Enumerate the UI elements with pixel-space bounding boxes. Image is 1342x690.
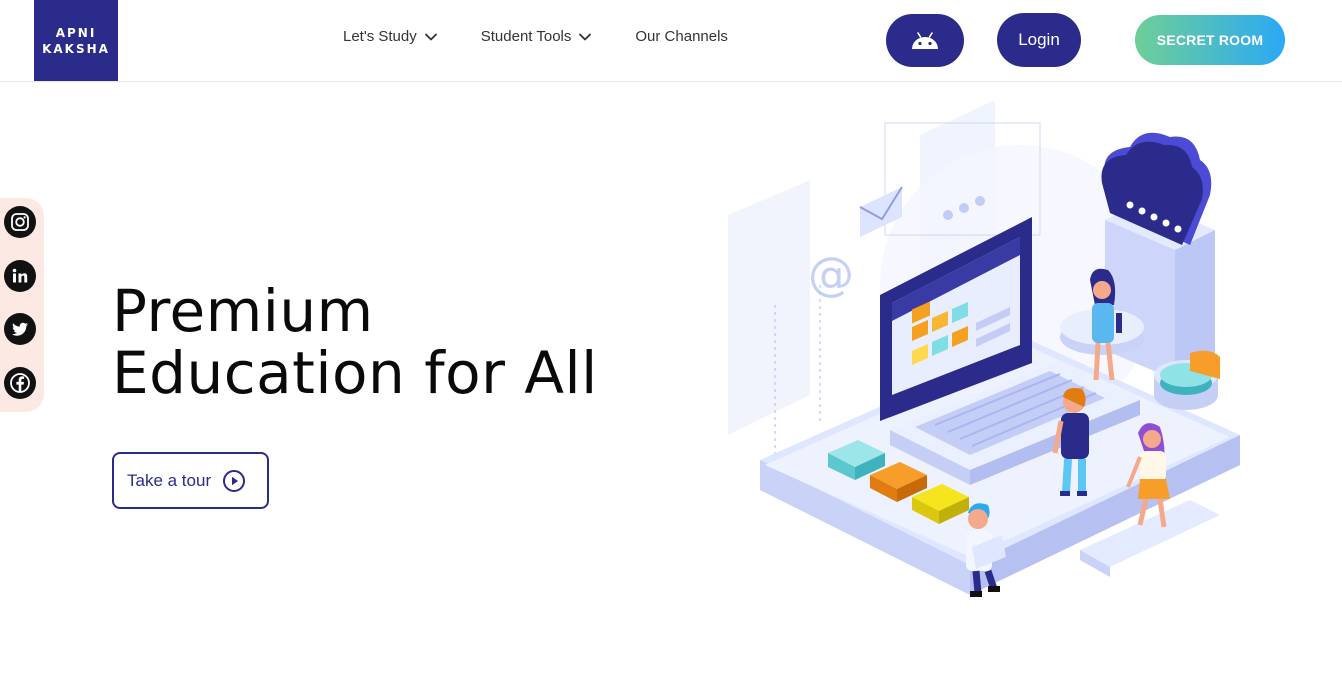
- linkedin-icon: [12, 268, 28, 283]
- nav-our-channels-label: Our Channels: [635, 28, 728, 45]
- nav-student-tools[interactable]: Student Tools: [481, 28, 592, 45]
- nav-our-channels[interactable]: Our Channels: [635, 28, 728, 45]
- logo-line-1: APNI: [55, 25, 97, 40]
- play-circle-icon: [223, 469, 246, 492]
- android-icon: [912, 31, 938, 49]
- android-app-button[interactable]: [886, 14, 964, 67]
- twitter-icon: [12, 322, 28, 336]
- take-a-tour-label: Take a tour: [127, 470, 212, 490]
- logo-line-2: KAKSHA: [42, 41, 110, 56]
- hero-title-line-2: Education for All: [112, 339, 598, 407]
- chevron-down-icon: [579, 33, 592, 40]
- facebook-icon: [10, 373, 30, 393]
- instagram-icon: [11, 213, 29, 231]
- hero-title: Premium Education for All: [112, 280, 598, 404]
- take-a-tour-button[interactable]: Take a tour: [112, 452, 269, 509]
- login-button[interactable]: Login: [997, 13, 1081, 67]
- nav-student-tools-label: Student Tools: [480, 28, 572, 45]
- hero-title-line-1: Premium: [112, 277, 374, 345]
- nav-lets-study[interactable]: Let's Study: [343, 28, 437, 45]
- hero-illustration: @: [728, 100, 1240, 597]
- site-header: APNI KAKSHA Let's Study Student Tools Ou…: [0, 0, 1342, 82]
- chevron-down-icon: [424, 33, 437, 40]
- secret-room-button[interactable]: SECRET ROOM: [1135, 15, 1285, 65]
- social-sidebar: [0, 198, 44, 412]
- instagram-link[interactable]: [4, 206, 36, 238]
- linkedin-link[interactable]: [4, 260, 36, 292]
- main-nav: Let's Study Student Tools Our Channels: [343, 28, 728, 45]
- at-sign-icon: @: [808, 247, 854, 301]
- facebook-link[interactable]: [4, 367, 36, 399]
- logo[interactable]: APNI KAKSHA: [34, 0, 118, 81]
- twitter-link[interactable]: [4, 313, 36, 345]
- nav-lets-study-label: Let's Study: [343, 28, 417, 45]
